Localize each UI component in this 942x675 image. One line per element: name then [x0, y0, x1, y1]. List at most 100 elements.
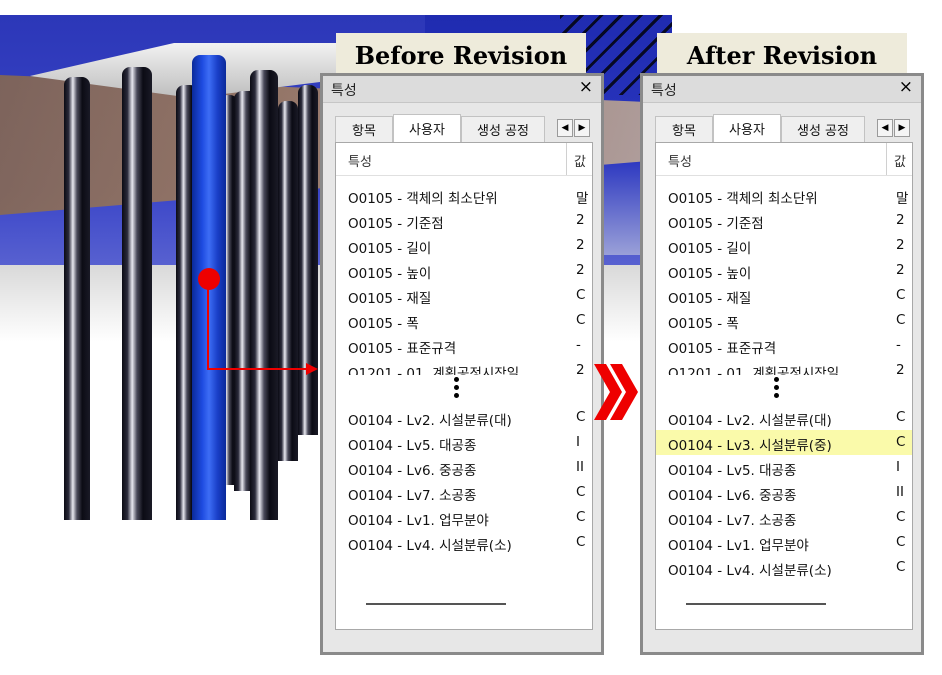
property-name: O0104 - Lv1. 업무분야: [348, 513, 489, 529]
pile[interactable]: [122, 67, 152, 520]
table-row[interactable]: O0104 - Lv7. 소공종 C: [336, 480, 592, 505]
table-row[interactable]: O0104 - Lv6. 중공종 II: [656, 480, 912, 505]
property-value: 2: [896, 262, 905, 278]
table-row[interactable]: O0105 - 재질 C: [336, 283, 592, 308]
tab-creation-process[interactable]: 생성 공정: [781, 116, 865, 142]
table-row[interactable]: O0105 - 표준규격 -: [336, 333, 592, 358]
property-name: O0104 - Lv2. 시설분류(대): [668, 413, 832, 429]
property-name: O0104 - Lv4. 시설분류(소): [348, 538, 512, 554]
table-row[interactable]: O0105 - 객체의 최소단위 말: [656, 183, 912, 208]
selection-marker: [198, 268, 220, 290]
property-name: O0105 - 재질: [668, 291, 752, 307]
property-value: C: [576, 312, 586, 328]
table-row[interactable]: O0104 - Lv2. 시설분류(대) C: [336, 405, 592, 430]
properties-list[interactable]: 특성 값 O0105 - 객체의 최소단위 말 O0105 - 기준점 2 O0105 …: [335, 142, 593, 630]
property-name: O0105 - 길이: [348, 241, 432, 257]
table-row[interactable]: O0105 - 높이 2: [656, 258, 912, 283]
property-value: -: [576, 337, 581, 353]
table-row[interactable]: O0105 - 길이 2: [656, 233, 912, 258]
property-name: O0105 - 높이: [348, 266, 432, 282]
property-value: 2: [576, 237, 585, 253]
table-row[interactable]: O0104 - Lv5. 대공종 I: [336, 430, 592, 455]
panel-titlebar: 특성 ×: [643, 76, 921, 103]
scroll-right-icon[interactable]: ▶: [574, 119, 590, 137]
property-value: II: [576, 459, 584, 475]
pile[interactable]: [64, 77, 90, 520]
scroll-left-icon[interactable]: ◀: [557, 119, 573, 137]
property-name: O0105 - 객체의 최소단위: [668, 191, 818, 207]
property-value: 2: [576, 212, 585, 228]
pile[interactable]: [250, 70, 278, 520]
table-row[interactable]: O0104 - Lv1. 업무분야 C: [336, 505, 592, 530]
column-header-property[interactable]: 특성: [348, 151, 372, 170]
caption-before-revision: Before Revision: [336, 33, 586, 77]
table-row-highlighted[interactable]: O0104 - Lv3. 시설분류(중) C: [656, 430, 912, 455]
property-value: C: [576, 484, 586, 500]
property-name: O0104 - Lv4. 시설분류(소): [668, 563, 832, 579]
table-row[interactable]: O0105 - 객체의 최소단위 말: [336, 183, 592, 208]
table-row[interactable]: O0104 - Lv4. 시설분류(소) C: [336, 530, 592, 555]
column-divider[interactable]: [886, 143, 887, 175]
table-row[interactable]: O0105 - 길이 2: [336, 233, 592, 258]
property-value: C: [896, 312, 906, 328]
list-header: 특성 값: [336, 143, 592, 176]
scroll-left-icon[interactable]: ◀: [877, 119, 893, 137]
tab-items[interactable]: 항목: [655, 116, 713, 142]
properties-list[interactable]: 특성 값 O0105 - 객체의 최소단위 말 O0105 - 기준점 2 O0105 …: [655, 142, 913, 630]
property-name: O0105 - 기준점: [348, 216, 444, 232]
table-row[interactable]: O0105 - 재질 C: [656, 283, 912, 308]
close-icon[interactable]: ×: [899, 77, 913, 97]
property-name: O0105 - 폭: [668, 316, 739, 332]
table-row[interactable]: O0105 - 표준규격 -: [656, 333, 912, 358]
table-row[interactable]: O0104 - Lv2. 시설분류(대) C: [656, 405, 912, 430]
horizontal-scrollbar[interactable]: [366, 603, 506, 605]
property-name: O0105 - 길이: [668, 241, 752, 257]
omission-gap: [656, 375, 912, 405]
column-header-property[interactable]: 특성: [668, 151, 692, 170]
property-name: O0104 - Lv6. 중공종: [668, 488, 797, 504]
property-name: O0104 - Lv5. 대공종: [348, 438, 477, 454]
pile[interactable]: [298, 85, 318, 435]
tab-items[interactable]: 항목: [335, 116, 393, 142]
column-header-value[interactable]: 값: [894, 151, 906, 170]
table-row[interactable]: O0104 - Lv4. 시설분류(소) C: [656, 555, 912, 580]
table-row[interactable]: O0105 - 폭 C: [656, 308, 912, 333]
property-value: 말: [896, 191, 909, 207]
table-row[interactable]: O0105 - 기준점 2: [336, 208, 592, 233]
chevron-right-icon: [594, 364, 638, 420]
close-icon[interactable]: ×: [579, 77, 593, 97]
table-row[interactable]: O0104 - Lv5. 대공종 I: [656, 455, 912, 480]
property-value: C: [896, 534, 906, 550]
property-value: C: [576, 409, 586, 425]
column-divider[interactable]: [566, 143, 567, 175]
panel-title: 특성: [651, 83, 677, 99]
table-row[interactable]: O0104 - Lv6. 중공종 II: [336, 455, 592, 480]
column-header-value[interactable]: 값: [574, 151, 586, 170]
table-row[interactable]: O0105 - 높이 2: [336, 258, 592, 283]
property-name: O0104 - Lv7. 소공종: [668, 513, 797, 529]
scroll-right-icon[interactable]: ▶: [894, 119, 910, 137]
property-value: 말: [576, 191, 589, 207]
table-row[interactable]: O0105 - 폭 C: [336, 308, 592, 333]
property-name: O0105 - 객체의 최소단위: [348, 191, 498, 207]
properties-panel-before: 특성 × 항목 사용자 생성 공정 ◀ ▶ 특성 값 O0105 - 객체의 최…: [320, 73, 604, 655]
property-name: O0104 - Lv6. 중공종: [348, 463, 477, 479]
table-row[interactable]: O0104 - Lv7. 소공종 C: [656, 505, 912, 530]
table-row[interactable]: O0105 - 기준점 2: [656, 208, 912, 233]
tab-user[interactable]: 사용자: [713, 114, 781, 142]
tab-creation-process[interactable]: 생성 공정: [461, 116, 545, 142]
property-name: O0105 - 표준규격: [348, 341, 457, 357]
property-name: O0105 - 높이: [668, 266, 752, 282]
property-name: O0104 - Lv2. 시설분류(대): [348, 413, 512, 429]
table-row[interactable]: O0104 - Lv1. 업무분야 C: [656, 530, 912, 555]
property-name: O0104 - Lv5. 대공종: [668, 463, 797, 479]
property-value: 2: [896, 237, 905, 253]
omission-gap: [336, 375, 592, 405]
property-value: C: [896, 287, 906, 303]
pile[interactable]: [278, 101, 298, 461]
ellipsis-vertical-icon: [774, 377, 780, 401]
tab-user[interactable]: 사용자: [393, 114, 461, 142]
horizontal-scrollbar[interactable]: [686, 603, 826, 605]
property-name: O0105 - 재질: [348, 291, 432, 307]
ellipsis-vertical-icon: [454, 377, 460, 401]
